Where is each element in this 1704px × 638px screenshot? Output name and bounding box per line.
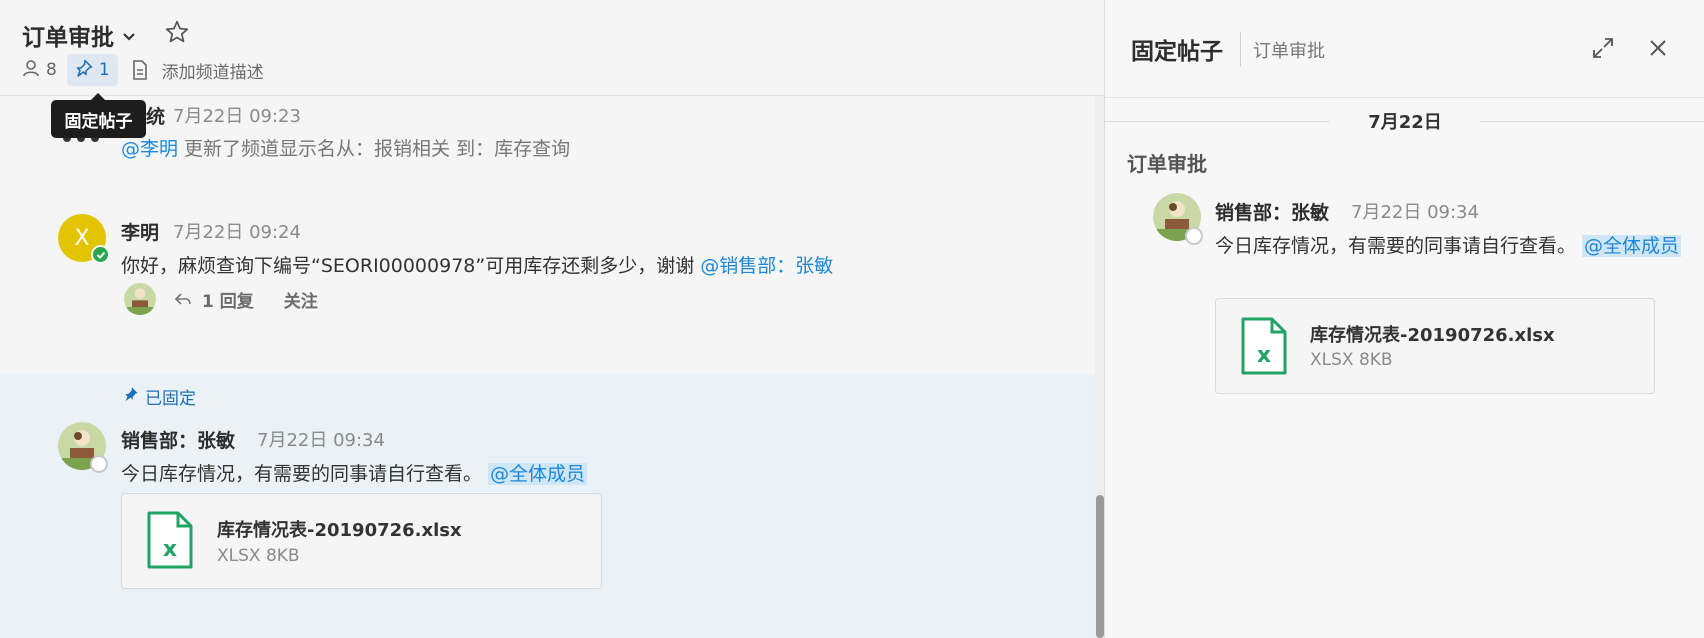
message-text: 今日库存情况，有需要的同事请自行查看。 xyxy=(121,463,489,485)
avatar xyxy=(124,283,156,315)
date-separator: 7月22日 xyxy=(1105,108,1704,136)
channel-title-button[interactable]: 订单审批 xyxy=(22,18,136,52)
offline-status-icon xyxy=(90,455,108,473)
message-body: 今日库存情况，有需要的同事请自行查看。 @全体成员 xyxy=(1215,230,1685,262)
pin-icon xyxy=(75,59,93,82)
author-name[interactable]: 销售部：张敏 xyxy=(1215,198,1329,225)
message-text: 你好，麻烦查询下编号“SEORI00000978”可用库存还剩多少，谢谢 xyxy=(121,255,701,277)
user-icon xyxy=(22,59,40,82)
chevron-down-icon xyxy=(122,22,136,48)
file-meta: XLSX 8KB xyxy=(1310,350,1393,370)
message-body: 今日库存情况，有需要的同事请自行查看。 @全体成员 xyxy=(121,459,588,486)
pinned-posts-panel: 固定帖子 订单审批 7月22日 订单审批 销售部：张敏 7月22日 09:34 … xyxy=(1104,0,1704,638)
author-name[interactable]: 李明 xyxy=(121,218,159,245)
file-attachment[interactable]: x 库存情况表-20190726.xlsx XLSX 8KB xyxy=(121,493,602,589)
panel-header: 固定帖子 订单审批 xyxy=(1105,0,1704,98)
document-icon[interactable] xyxy=(132,60,148,80)
add-description-link[interactable]: 添加频道描述 xyxy=(162,58,264,83)
file-attachment[interactable]: x 库存情况表-20190726.xlsx XLSX 8KB xyxy=(1215,298,1655,394)
avatar-letter: X xyxy=(74,225,90,251)
member-count: 8 xyxy=(46,60,57,80)
pinned-tag: 已固定 xyxy=(123,384,196,409)
system-message: @李明 更新了频道显示名从：报销相关 到：库存查询 xyxy=(121,134,570,161)
reply-count-button[interactable]: 1 回复 xyxy=(202,287,254,312)
message-body: 你好，麻烦查询下编号“SEORI00000978”可用库存还剩多少，谢谢 @销售… xyxy=(121,251,833,278)
pinned-posts-button[interactable]: 1 xyxy=(66,54,118,86)
scrollbar-thumb[interactable] xyxy=(1096,495,1104,638)
pin-icon xyxy=(123,386,139,407)
online-status-icon xyxy=(91,245,110,264)
date-label: 7月22日 xyxy=(1330,108,1480,134)
channel-title: 订单审批 xyxy=(22,25,114,51)
expand-icon[interactable] xyxy=(1591,36,1615,64)
follow-button[interactable]: 关注 xyxy=(284,287,318,312)
close-icon[interactable] xyxy=(1646,36,1670,64)
app-window: 订单审批 8 1 添加频道描述 统 7月22日 09:23 @李明 更新了频道显… xyxy=(0,0,1704,638)
avatar[interactable]: X xyxy=(58,214,110,264)
file-name: 库存情况表-20190726.xlsx xyxy=(217,520,462,541)
pinned-label: 已固定 xyxy=(145,389,196,409)
mention-all-link[interactable]: @全体成员 xyxy=(1582,235,1682,257)
panel-title: 固定帖子 xyxy=(1131,39,1223,65)
divider xyxy=(1240,32,1241,66)
channel-view: 订单审批 8 1 添加频道描述 统 7月22日 09:23 @李明 更新了频道显… xyxy=(0,0,1104,638)
panel-channel-name[interactable]: 订单审批 xyxy=(1127,148,1207,177)
pin-count: 1 xyxy=(98,60,110,80)
thread-reply-row: 1 回复 关注 xyxy=(124,282,318,316)
file-name: 库存情况表-20190726.xlsx xyxy=(1310,325,1555,346)
message-text: 今日库存情况，有需要的同事请自行查看。 xyxy=(1215,235,1583,257)
pinned-posts-tooltip: 固定帖子 xyxy=(51,93,146,138)
members-button[interactable]: 8 xyxy=(22,59,57,82)
author-name[interactable]: 销售部：张敏 xyxy=(121,426,235,453)
message-time: 7月22日 09:24 xyxy=(173,222,301,243)
reply-icon xyxy=(174,292,192,306)
mention-link[interactable]: @李明 xyxy=(121,138,178,160)
system-message-text: 更新了频道显示名从：报销相关 到：库存查询 xyxy=(178,138,571,160)
svg-text:x: x xyxy=(1257,343,1271,368)
excel-file-icon: x xyxy=(146,510,194,574)
message-time: 7月22日 09:34 xyxy=(257,430,385,451)
channel-meta-row: 8 1 添加频道描述 xyxy=(22,54,264,86)
file-meta: XLSX 8KB xyxy=(217,546,300,566)
offline-status-icon xyxy=(1185,227,1203,245)
excel-file-icon: x xyxy=(1240,316,1288,380)
system-author-name: 统 xyxy=(146,106,166,128)
system-time: 7月22日 09:23 xyxy=(173,106,301,127)
message-time: 7月22日 09:34 xyxy=(1351,202,1479,223)
panel-subtitle: 订单审批 xyxy=(1253,41,1325,62)
svg-text:x: x xyxy=(163,537,177,562)
mention-link[interactable]: @销售部：张敏 xyxy=(700,255,833,277)
mention-all-link[interactable]: @全体成员 xyxy=(488,463,588,485)
channel-header: 订单审批 8 1 添加频道描述 xyxy=(0,0,1104,96)
star-icon[interactable] xyxy=(164,19,190,49)
